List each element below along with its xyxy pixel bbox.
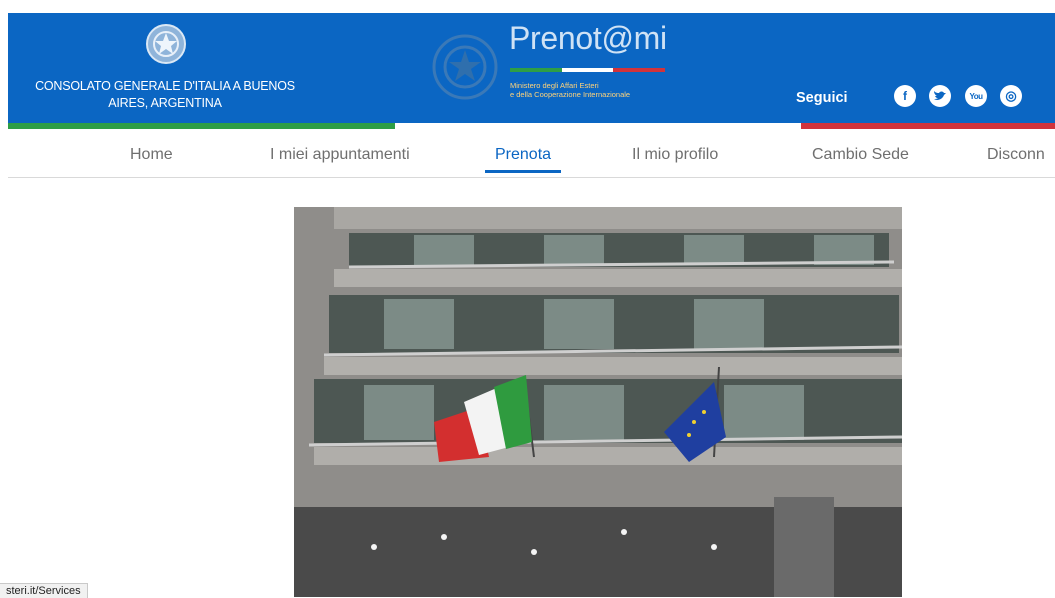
nav-profile[interactable]: Il mio profilo <box>632 146 718 164</box>
nav-book[interactable]: Prenota <box>495 146 551 164</box>
youtube-icon[interactable]: You <box>965 85 987 107</box>
nav-change-office[interactable]: Cambio Sede <box>812 146 909 164</box>
active-tab-indicator <box>485 170 561 173</box>
nav-divider <box>8 177 1055 178</box>
nav-appointments[interactable]: I miei appuntamenti <box>270 146 410 164</box>
ministry-line-2: e della Cooperazione Internazionale <box>510 90 631 99</box>
flag-stripe <box>510 68 666 72</box>
ministry-text: Ministero degli Affari Esteri e della Co… <box>510 81 630 99</box>
republic-emblem-icon <box>146 24 186 64</box>
ministry-emblem-icon <box>432 34 498 100</box>
tricolor-bar <box>8 123 1055 129</box>
app-title: Prenot@mi <box>509 20 667 56</box>
nav-home[interactable]: Home <box>130 146 173 164</box>
consulate-name: CONSOLATO GENERALE D'ITALIA A BUENOS AIR… <box>35 79 295 110</box>
twitter-icon[interactable] <box>929 85 951 107</box>
ministry-line-1: Ministero degli Affari Esteri <box>510 81 599 90</box>
status-bar-url: steri.it/Services <box>0 583 88 598</box>
instagram-icon[interactable]: ◎ <box>1000 85 1022 107</box>
consulate-building-photo <box>294 207 902 597</box>
follow-label: Seguici <box>796 90 848 106</box>
facebook-icon[interactable]: f <box>894 85 916 107</box>
nav-logout[interactable]: Disconn <box>987 146 1045 164</box>
